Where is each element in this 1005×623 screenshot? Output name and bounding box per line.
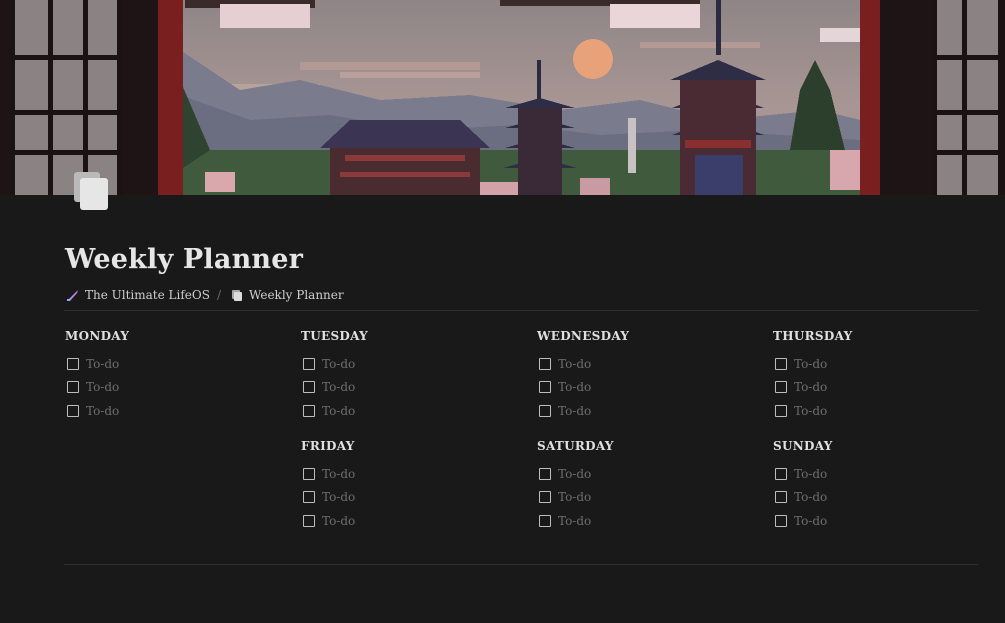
day-saturday: SATURDAY To-do To-do To-do (537, 438, 737, 533)
pages-icon (230, 289, 243, 302)
todo-placeholder[interactable]: To-do (86, 357, 119, 371)
pages-icon[interactable] (72, 170, 112, 214)
day-friday: FRIDAY To-do To-do To-do (301, 438, 501, 533)
todo-checkbox[interactable] (303, 404, 315, 417)
todo-checkbox[interactable] (775, 467, 787, 480)
todo-placeholder[interactable]: To-do (558, 490, 591, 504)
todo-item: To-do (773, 486, 973, 510)
todo-placeholder[interactable]: To-do (322, 380, 355, 394)
divider (64, 564, 978, 565)
todo-checkbox[interactable] (539, 381, 551, 394)
divider (64, 310, 978, 311)
day-title: TUESDAY (301, 329, 368, 343)
page-title: Weekly Planner (65, 244, 304, 275)
day-monday: MONDAY To-do To-do To-do (65, 328, 265, 423)
todo-checkbox[interactable] (303, 381, 315, 394)
day-title: MONDAY (65, 329, 130, 343)
todo-item: To-do (301, 399, 501, 423)
day-tuesday: TUESDAY To-do To-do To-do (301, 328, 501, 423)
todo-placeholder[interactable]: To-do (86, 404, 119, 418)
todo-checkbox[interactable] (539, 404, 551, 417)
breadcrumb-label: The Ultimate LifeOS (85, 288, 210, 302)
todo-item: To-do (301, 486, 501, 510)
todo-item: To-do (537, 376, 737, 400)
todo-item: To-do (301, 352, 501, 376)
breadcrumb: The Ultimate LifeOS / Weekly Planner (66, 286, 344, 304)
todo-item: To-do (301, 462, 501, 486)
todo-item: To-do (773, 352, 973, 376)
todo-placeholder[interactable]: To-do (794, 380, 827, 394)
todo-item: To-do (773, 509, 973, 533)
day-title: SUNDAY (773, 439, 833, 453)
todo-placeholder[interactable]: To-do (558, 404, 591, 418)
todo-item: To-do (301, 509, 501, 533)
todo-checkbox[interactable] (775, 491, 787, 504)
todo-checkbox[interactable] (539, 357, 551, 370)
breadcrumb-item-weekly-planner[interactable]: Weekly Planner (230, 288, 344, 302)
todo-item: To-do (537, 352, 737, 376)
todo-placeholder[interactable]: To-do (322, 467, 355, 481)
todo-placeholder[interactable]: To-do (794, 467, 827, 481)
todo-checkbox[interactable] (67, 381, 79, 394)
todo-checkbox[interactable] (775, 404, 787, 417)
todo-placeholder[interactable]: To-do (558, 357, 591, 371)
day-title: FRIDAY (301, 439, 355, 453)
todo-checkbox[interactable] (539, 491, 551, 504)
todo-item: To-do (65, 399, 265, 423)
todo-placeholder[interactable]: To-do (86, 380, 119, 394)
todo-item: To-do (537, 462, 737, 486)
day-title: SATURDAY (537, 439, 614, 453)
todo-placeholder[interactable]: To-do (322, 357, 355, 371)
day-title: WEDNESDAY (537, 329, 630, 343)
todo-checkbox[interactable] (775, 357, 787, 370)
todo-placeholder[interactable]: To-do (794, 404, 827, 418)
day-wednesday: WEDNESDAY To-do To-do To-do (537, 328, 737, 423)
breadcrumb-label: Weekly Planner (249, 288, 344, 302)
todo-item: To-do (65, 376, 265, 400)
todo-item: To-do (65, 352, 265, 376)
day-title: THURSDAY (773, 329, 853, 343)
todo-placeholder[interactable]: To-do (794, 514, 827, 528)
todo-item: To-do (537, 509, 737, 533)
day-sunday: SUNDAY To-do To-do To-do (773, 438, 973, 533)
todo-item: To-do (773, 462, 973, 486)
todo-placeholder[interactable]: To-do (558, 514, 591, 528)
todo-item: To-do (301, 376, 501, 400)
todo-checkbox[interactable] (775, 381, 787, 394)
todo-checkbox[interactable] (303, 357, 315, 370)
breadcrumb-item-lifeos[interactable]: The Ultimate LifeOS (66, 288, 210, 302)
todo-placeholder[interactable]: To-do (794, 490, 827, 504)
todo-checkbox[interactable] (303, 514, 315, 527)
todo-checkbox[interactable] (775, 514, 787, 527)
todo-item: To-do (537, 486, 737, 510)
todo-checkbox[interactable] (67, 404, 79, 417)
todo-placeholder[interactable]: To-do (322, 404, 355, 418)
todo-checkbox[interactable] (303, 467, 315, 480)
day-thursday: THURSDAY To-do To-do To-do (773, 328, 973, 423)
todo-placeholder[interactable]: To-do (558, 467, 591, 481)
todo-placeholder[interactable]: To-do (322, 514, 355, 528)
rocket-icon (66, 289, 79, 302)
todo-placeholder[interactable]: To-do (558, 380, 591, 394)
todo-checkbox[interactable] (303, 491, 315, 504)
breadcrumb-separator: / (216, 288, 221, 302)
todo-checkbox[interactable] (539, 467, 551, 480)
todo-placeholder[interactable]: To-do (322, 490, 355, 504)
todo-item: To-do (537, 399, 737, 423)
todo-checkbox[interactable] (539, 514, 551, 527)
cover-image (0, 0, 1005, 195)
todo-placeholder[interactable]: To-do (794, 357, 827, 371)
todo-item: To-do (773, 376, 973, 400)
todo-checkbox[interactable] (67, 357, 79, 370)
todo-item: To-do (773, 399, 973, 423)
